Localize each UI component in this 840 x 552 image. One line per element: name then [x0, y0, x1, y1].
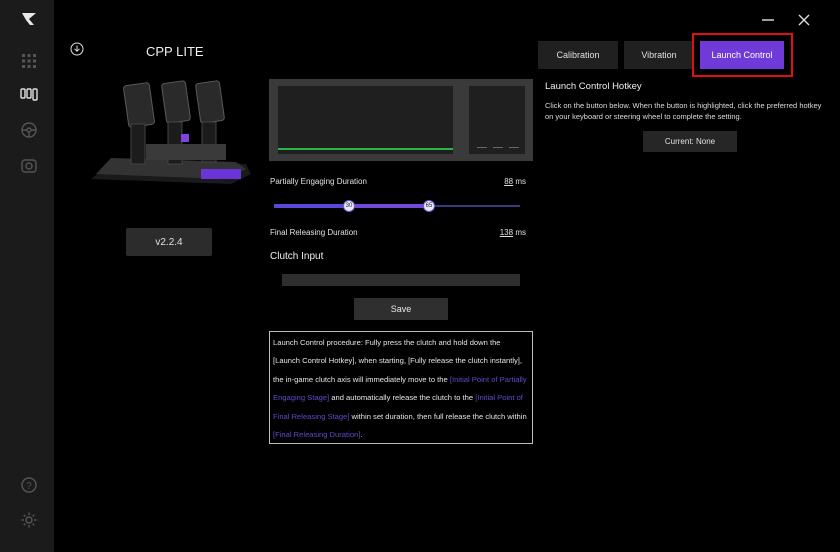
slider-knob-partial[interactable]: 30: [343, 200, 355, 212]
final-duration-unit: ms: [515, 228, 526, 237]
final-duration-label: Final Releasing Duration: [270, 228, 358, 237]
help-icon[interactable]: ?: [18, 474, 40, 496]
partial-duration-label: Partially Engaging Duration: [270, 177, 367, 186]
steering-wheel-icon[interactable]: [18, 119, 40, 141]
close-icon[interactable]: [794, 10, 814, 30]
procedure-highlight-3: [Final Releasing Duration]: [273, 430, 361, 440]
svg-text:?: ?: [26, 481, 32, 492]
minimize-icon[interactable]: [758, 10, 778, 30]
slider-fill-final: [349, 204, 429, 208]
active-tab-highlight: [692, 33, 793, 77]
save-button[interactable]: Save: [354, 298, 448, 320]
duration-slider[interactable]: 30 65: [274, 200, 520, 212]
tab-calibration[interactable]: Calibration: [538, 41, 618, 69]
version-button[interactable]: v2.2.4: [126, 228, 212, 256]
hotkey-title: Launch Control Hotkey: [545, 81, 642, 92]
clutch-input-title: Clutch Input: [270, 251, 324, 262]
clutch-axis-panel: [469, 86, 525, 154]
final-duration-number: 138: [499, 228, 514, 237]
clutch-input-bar: [282, 274, 520, 286]
tab-vibration[interactable]: Vibration: [624, 41, 694, 69]
clutch-curve-line: [278, 148, 453, 150]
final-duration-value: 138 ms: [486, 228, 526, 237]
slider-knob-final[interactable]: 65: [423, 200, 435, 212]
download-icon[interactable]: [70, 42, 84, 56]
procedure-text: Launch Control procedure: Fully press th…: [269, 331, 533, 444]
camera-icon[interactable]: [18, 155, 40, 177]
partial-duration-number: 88: [504, 177, 514, 186]
left-sidebar: ?: [0, 0, 54, 552]
slider-fill-partial: [274, 204, 349, 208]
clutch-curve-panel: [278, 86, 453, 154]
pedals-icon[interactable]: [18, 83, 40, 105]
partial-duration-value: 88 ms: [486, 177, 526, 186]
pedals-image: [91, 80, 251, 184]
brand-logo-icon: [22, 13, 36, 25]
hotkey-description: Click on the button below. When the butt…: [545, 101, 822, 121]
grid-icon[interactable]: [18, 50, 40, 72]
product-title: CPP LITE: [146, 44, 204, 59]
partial-duration-unit: ms: [515, 177, 526, 186]
clutch-graph: [269, 79, 533, 161]
gear-icon[interactable]: [18, 509, 40, 531]
hotkey-current-button[interactable]: Current: None: [643, 131, 737, 152]
